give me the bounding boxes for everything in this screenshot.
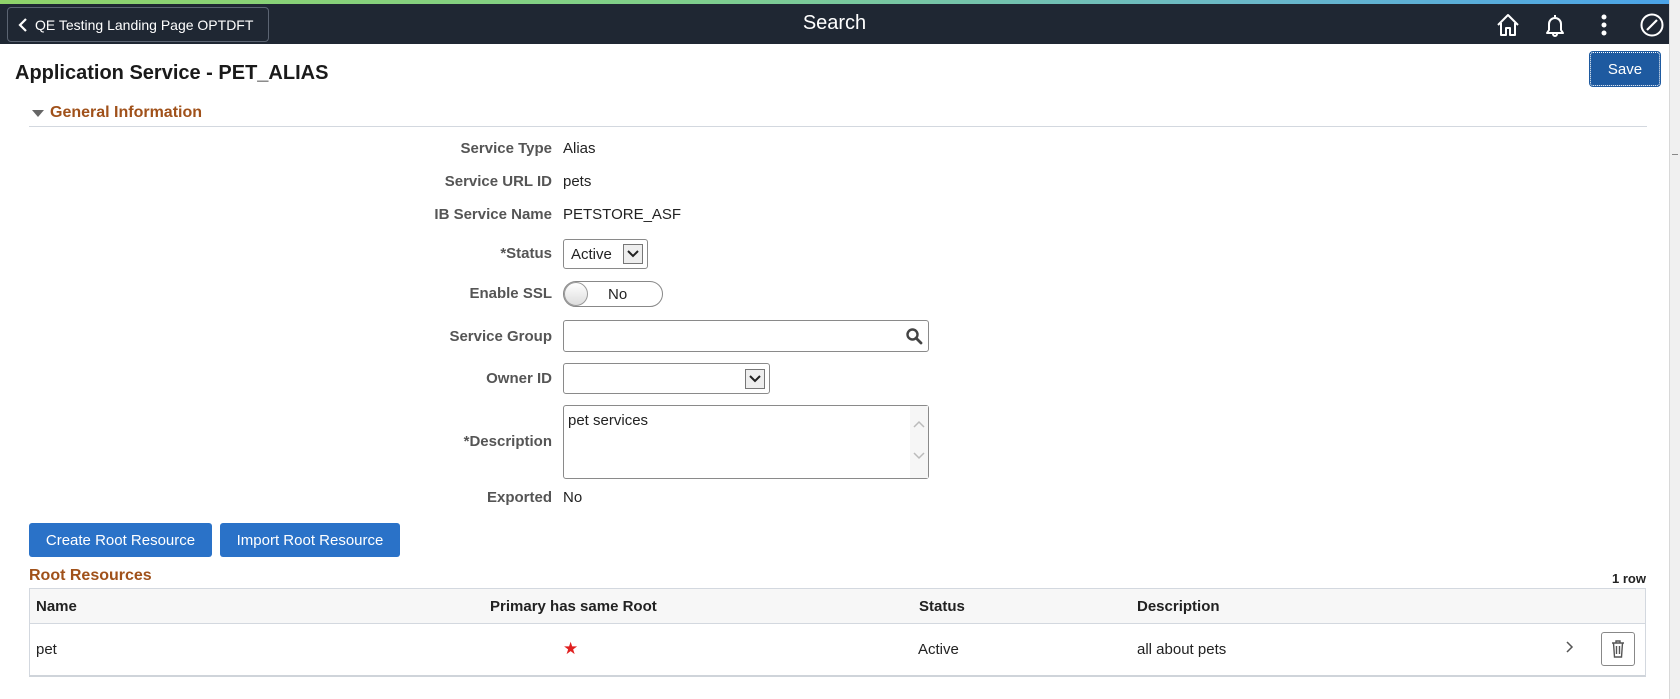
more-vertical-icon[interactable] [1591, 12, 1617, 38]
create-root-resource-button[interactable]: Create Root Resource [29, 523, 212, 557]
status-select[interactable]: Active [563, 239, 648, 269]
service-type-label: Service Type [460, 140, 552, 157]
root-resources-title: Root Resources [29, 567, 152, 584]
row-count: 1 row [1612, 571, 1646, 586]
import-root-resource-button[interactable]: Import Root Resource [220, 523, 400, 557]
enable-ssl-toggle[interactable]: No [563, 281, 663, 307]
toggle-knob [564, 282, 588, 306]
general-information-toggle[interactable]: General Information [30, 104, 202, 122]
ib-service-name-label: IB Service Name [434, 206, 552, 223]
root-resources-grid: Name Primary has same Root Status Descri… [29, 588, 1646, 677]
bell-icon[interactable] [1542, 12, 1568, 38]
trash-icon [1612, 640, 1624, 658]
save-button[interactable]: Save [1589, 51, 1661, 87]
home-icon[interactable] [1495, 12, 1521, 38]
owner-id-select[interactable] [563, 363, 770, 394]
column-header-name: Name [36, 598, 77, 615]
cell-status: Active [918, 641, 959, 658]
enable-ssl-label: Enable SSL [469, 285, 552, 302]
scroll-up-icon[interactable] [913, 420, 925, 428]
delete-row-button[interactable] [1601, 632, 1635, 666]
search-icon[interactable] [905, 327, 923, 345]
compass-icon[interactable] [1639, 12, 1665, 38]
description-textarea[interactable]: pet services [563, 405, 929, 479]
exported-label: Exported [486, 489, 552, 506]
description-text: pet services [568, 412, 649, 429]
page-scrollbar[interactable] [1669, 0, 1680, 699]
service-group-label: Service Group [449, 328, 552, 345]
section-title: General Information [50, 104, 203, 121]
owner-id-label: Owner ID [486, 370, 552, 387]
collapse-triangle-icon [32, 109, 44, 117]
grid-header: Name Primary has same Root Status Descri… [30, 589, 1645, 624]
service-type-value: Alias [563, 140, 596, 157]
chevron-right-icon[interactable] [1565, 639, 1575, 655]
description-label: *Description [463, 433, 552, 450]
chevron-down-icon [623, 244, 643, 264]
cell-name[interactable]: pet [36, 641, 57, 658]
textarea-scrollbar[interactable] [910, 406, 928, 478]
banner-accent-stripe [0, 0, 1669, 4]
column-header-description: Description [1137, 598, 1220, 615]
top-banner: QE Testing Landing Page OPTDFT Search [0, 0, 1669, 44]
star-icon: ★ [563, 639, 579, 658]
service-url-id-label: Service URL ID [444, 173, 552, 190]
header-title[interactable]: Search [0, 12, 1669, 35]
status-select-value: Active [571, 245, 612, 263]
column-header-status: Status [919, 598, 965, 615]
ib-service-name-value: PETSTORE_ASF [563, 206, 682, 223]
scroll-down-icon[interactable] [913, 452, 925, 460]
toggle-state-label: No [608, 286, 628, 303]
service-group-input[interactable] [563, 320, 929, 352]
status-label: *Status [500, 245, 552, 262]
exported-value: No [563, 489, 583, 506]
column-header-primary-same-root: Primary has same Root [490, 598, 657, 615]
service-url-id-value: pets [563, 173, 592, 190]
page-title: Application Service - PET_ALIAS [15, 62, 329, 84]
section-divider [29, 126, 1647, 127]
cell-description: all about pets [1137, 641, 1227, 658]
chevron-down-icon [745, 368, 765, 389]
